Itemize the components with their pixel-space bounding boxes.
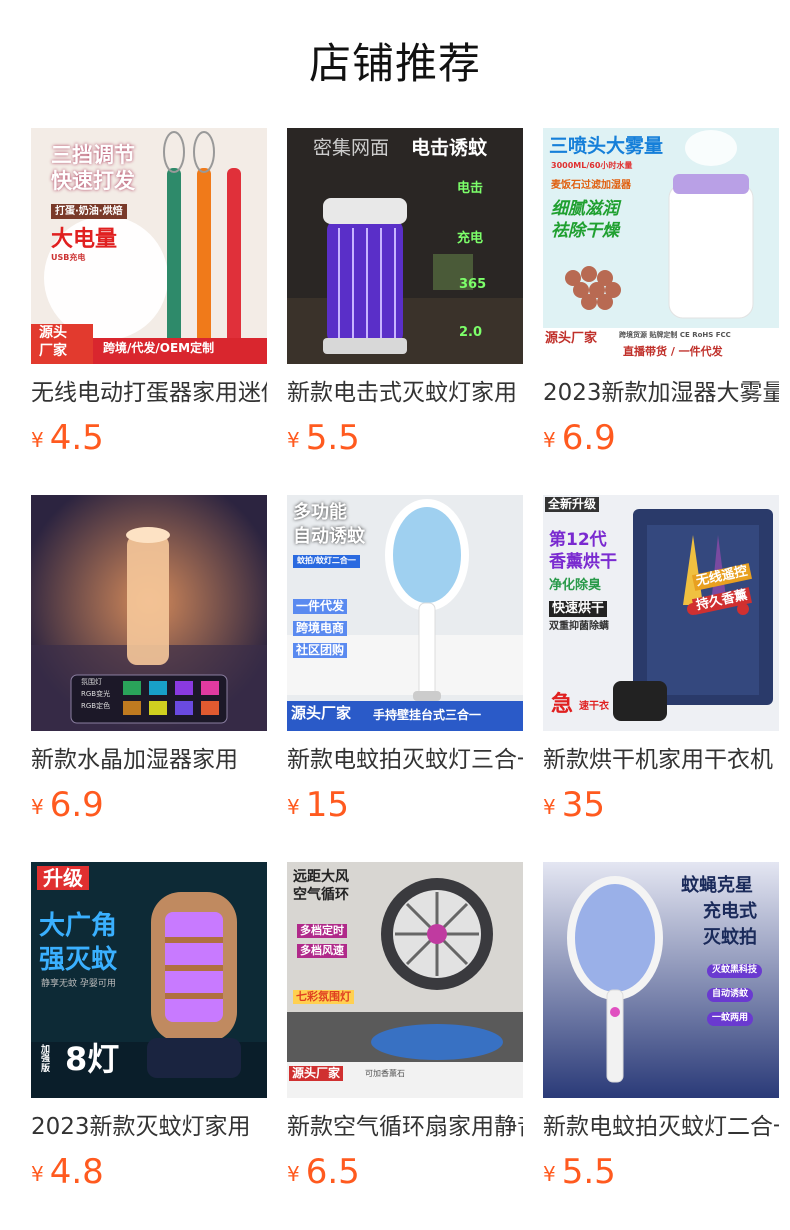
product-image[interactable]: 三喷头大雾量 3000ML/60小时水量 麦饭石过滤加湿器 细腻滋润 祛除干燥 … <box>543 128 779 364</box>
product-name[interactable]: 2023新款灭蚊灯家用 <box>31 1110 267 1146</box>
product-price: ¥35 <box>543 783 605 827</box>
dryer-icon <box>543 495 779 731</box>
product-card[interactable]: 氛围灯 RGB变光 RGB定色 新款水晶加湿器家用 ¥6.9 <box>31 495 267 825</box>
price-value: 6.5 <box>305 1152 360 1192</box>
product-card[interactable]: 三喷头大雾量 3000ML/60小时水量 麦饭石过滤加湿器 细腻滋润 祛除干燥 … <box>543 128 779 458</box>
currency-symbol: ¥ <box>287 1162 300 1186</box>
product-card[interactable]: 多功能 自动诱蚊 蚊拍/蚊灯二合一 一件代发 跨境电商 社区团购 源头厂家 手持… <box>287 495 523 825</box>
product-price: ¥5.5 <box>543 1150 616 1194</box>
fan-icon <box>287 862 523 1098</box>
product-price: ¥6.9 <box>31 783 104 827</box>
product-name[interactable]: 新款烘干机家用干衣机 <box>543 743 779 779</box>
product-name[interactable]: 新款空气循环扇家用静音 <box>287 1110 523 1146</box>
crystal-lamp-icon <box>31 495 267 731</box>
product-card[interactable]: 三挡调节 快速打发 打蛋·奶油·烘焙 大电量 USB充电 源头 厂家 跨境/代发… <box>31 128 267 458</box>
price-value: 35 <box>561 785 605 825</box>
product-image[interactable]: 远距大风 空气循环 多档定时 多档风速 七彩氛围灯 源头厂家 可加香薰石 <box>287 862 523 1098</box>
product-name[interactable]: 新款水晶加湿器家用 <box>31 743 267 779</box>
currency-symbol: ¥ <box>287 428 300 452</box>
swatter-icon <box>543 862 779 1098</box>
product-price: ¥15 <box>287 783 349 827</box>
currency-symbol: ¥ <box>543 795 556 819</box>
price-value: 6.9 <box>49 785 104 825</box>
swatter-icon <box>287 495 523 731</box>
product-price: ¥6.9 <box>543 416 616 460</box>
currency-symbol: ¥ <box>31 1162 44 1186</box>
currency-symbol: ¥ <box>31 795 44 819</box>
price-value: 4.8 <box>49 1152 104 1192</box>
product-name[interactable]: 新款电击式灭蚊灯家用 <box>287 376 523 412</box>
product-price: ¥4.8 <box>31 1150 104 1194</box>
price-value: 4.5 <box>49 418 104 458</box>
currency-symbol: ¥ <box>543 1162 556 1186</box>
product-image[interactable]: 升级 大广角 强灭蚊 静享无蚊 孕婴可用 加强版 8灯 <box>31 862 267 1098</box>
product-card[interactable]: 远距大风 空气循环 多档定时 多档风速 七彩氛围灯 源头厂家 可加香薰石 新款空… <box>287 862 523 1192</box>
product-card[interactable]: 蚊蝇克星 充电式 灭蚊拍 灭蚊黑科技 自动诱蚊 一蚊两用 新款电蚊拍灭蚊灯二合一… <box>543 862 779 1192</box>
product-price: ¥4.5 <box>31 416 104 460</box>
price-value: 5.5 <box>561 1152 616 1192</box>
price-value: 5.5 <box>305 418 360 458</box>
product-name[interactable]: 无线电动打蛋器家用迷你 <box>31 376 267 412</box>
product-card[interactable]: 升级 大广角 强灭蚊 静享无蚊 孕婴可用 加强版 8灯 2023新款灭蚊灯家用 … <box>31 862 267 1192</box>
store-recommendations-page: 店铺推荐 三挡调节 快速打发 打蛋·奶油·烘焙 大电量 USB充电 源头 厂家 … <box>0 0 790 1230</box>
product-image[interactable]: 全新升级 第12代 香薰烘干 净化除臭 快速烘干 双重抑菌除螨 无线遥控 持久香… <box>543 495 779 731</box>
product-image[interactable]: 密集网面 电击诱蚊 电击 充电 365 2.0 <box>287 128 523 364</box>
mosquito-lamp-icon <box>31 862 267 1098</box>
product-image[interactable]: 蚊蝇克星 充电式 灭蚊拍 灭蚊黑科技 自动诱蚊 一蚊两用 <box>543 862 779 1098</box>
product-name[interactable]: 新款电蚊拍灭蚊灯三合一 <box>287 743 523 779</box>
currency-symbol: ¥ <box>31 428 44 452</box>
price-value: 15 <box>305 785 349 825</box>
currency-symbol: ¥ <box>543 428 556 452</box>
currency-symbol: ¥ <box>287 795 300 819</box>
whisk-icon <box>31 128 267 364</box>
product-price: ¥6.5 <box>287 1150 360 1194</box>
page-title: 店铺推荐 <box>308 39 481 88</box>
product-card[interactable]: 密集网面 电击诱蚊 电击 充电 365 2.0 新款电击式灭蚊灯家用 ¥5.5 <box>287 128 523 458</box>
product-card[interactable]: 全新升级 第12代 香薰烘干 净化除臭 快速烘干 双重抑菌除螨 无线遥控 持久香… <box>543 495 779 825</box>
price-value: 6.9 <box>561 418 616 458</box>
product-price: ¥5.5 <box>287 416 360 460</box>
humidifier-icon <box>543 128 779 364</box>
product-name[interactable]: 新款电蚊拍灭蚊灯二合一 <box>543 1110 779 1146</box>
mosquito-lamp-icon <box>287 128 523 364</box>
product-image[interactable]: 氛围灯 RGB变光 RGB定色 <box>31 495 267 731</box>
product-image[interactable]: 多功能 自动诱蚊 蚊拍/蚊灯二合一 一件代发 跨境电商 社区团购 源头厂家 手持… <box>287 495 523 731</box>
product-image[interactable]: 三挡调节 快速打发 打蛋·奶油·烘焙 大电量 USB充电 源头 厂家 跨境/代发… <box>31 128 267 364</box>
product-name[interactable]: 2023新款加湿器大雾量 <box>543 376 779 412</box>
